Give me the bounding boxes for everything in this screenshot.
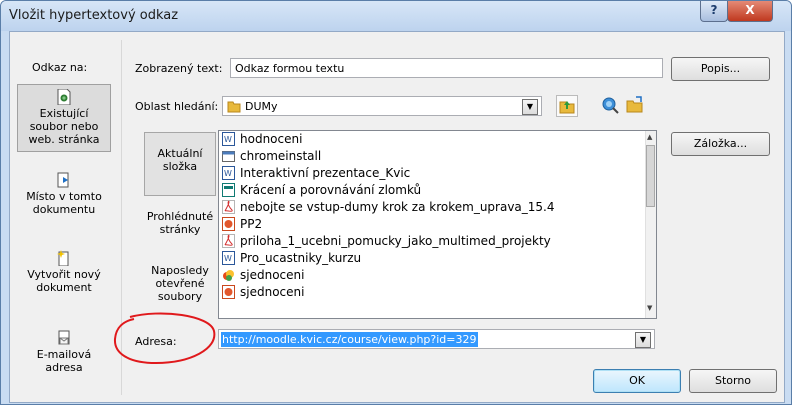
- publisher-icon: [222, 183, 235, 197]
- nav-current-folder[interactable]: Aktuální složka: [144, 132, 216, 196]
- word-doc-icon: W: [222, 166, 235, 180]
- svg-text:W: W: [224, 169, 232, 178]
- list-item[interactable]: chromeinstall: [222, 148, 321, 165]
- scroll-down-arrow[interactable]: ▼: [647, 304, 652, 312]
- hyperlink-dialog: Vložit hypertextový odkaz ? X Odkaz na: …: [0, 0, 792, 405]
- file-name: Pro_ucastniky_kurzu: [240, 251, 362, 265]
- browse-file-button[interactable]: [625, 95, 645, 115]
- powerpoint-icon: [222, 217, 235, 231]
- file-list-scrollbar[interactable]: ▲ ▼: [645, 131, 656, 318]
- address-value: http://moodle.kvic.cz/course/view.php?id…: [221, 332, 478, 347]
- link-place-label-2: dokumentu: [32, 203, 96, 216]
- link-new-document-label-1: Vytvořit nový: [27, 268, 101, 281]
- nav-recent-files[interactable]: Naposledy otevřené soubory: [144, 264, 216, 303]
- email-icon: [58, 330, 70, 345]
- file-name: Krácení a porovnávání zlomků: [240, 183, 422, 197]
- pdf-icon: [222, 234, 235, 248]
- link-existing-file-label-2: soubor nebo: [29, 120, 99, 133]
- new-document-icon: [57, 250, 69, 266]
- list-item[interactable]: W Interaktivní prezentace_Kvic: [222, 165, 410, 182]
- address-input[interactable]: http://moodle.kvic.cz/course/view.php?id…: [218, 329, 655, 349]
- display-text-input[interactable]: Odkaz formou textu: [230, 58, 663, 78]
- link-place-in-document[interactable]: Místo v tomto dokumentu: [17, 172, 111, 216]
- link-email-label-1: E-mailová: [36, 348, 92, 361]
- dialog-title: Vložit hypertextový odkaz: [9, 8, 179, 23]
- close-button[interactable]: X: [727, 1, 773, 22]
- smart-notebook-icon: [223, 270, 234, 281]
- up-folder-button[interactable]: [556, 95, 578, 117]
- scroll-thumb[interactable]: [646, 145, 655, 207]
- word-doc-icon: W: [222, 132, 235, 146]
- cancel-button[interactable]: Storno: [689, 369, 777, 393]
- look-in-value: DUMy: [245, 100, 278, 113]
- existing-file-icon: [57, 89, 71, 105]
- pdf-icon: [222, 200, 235, 214]
- browse-web-icon: [602, 97, 619, 114]
- list-item[interactable]: W Pro_ucastniky_kurzu: [222, 250, 361, 267]
- nav-browsed-pages-label-2: stránky: [159, 223, 201, 236]
- link-existing-file-label-1: Existující: [39, 107, 89, 120]
- nav-browsed-pages-label-1: Prohlédnuté: [146, 210, 214, 223]
- look-in-select[interactable]: DUMy ▼: [222, 96, 542, 116]
- scroll-up-arrow[interactable]: ▲: [647, 133, 652, 141]
- nav-recent-files-label-2: otevřené: [155, 277, 205, 290]
- red-circle-annotation: [113, 312, 216, 365]
- link-existing-file-label-3: web. stránka: [28, 133, 100, 146]
- look-in-dropdown-arrow[interactable]: ▼: [522, 99, 538, 115]
- address-dropdown-arrow[interactable]: ▼: [635, 332, 651, 348]
- screentip-button[interactable]: Popis...: [671, 57, 770, 81]
- browse-file-icon: [626, 96, 643, 113]
- link-new-document[interactable]: Vytvořit nový dokument: [17, 250, 111, 294]
- dialog-body: Odkaz na: Existující soubor nebo web. st…: [9, 31, 785, 403]
- file-name: priloha_1_ucebni_pomucky_jako_multimed_p…: [240, 234, 551, 248]
- bookmark-button[interactable]: Záložka...: [671, 132, 770, 156]
- list-item[interactable]: Whodnoceni: [222, 131, 302, 148]
- nav-current-folder-label-1: Aktuální: [157, 147, 203, 160]
- place-in-document-icon: [57, 172, 69, 188]
- list-item[interactable]: priloha_1_ucebni_pomucky_jako_multimed_p…: [222, 233, 551, 250]
- list-item[interactable]: Krácení a porovnávání zlomků: [222, 182, 421, 199]
- file-name: Interaktivní prezentace_Kvic: [240, 166, 411, 180]
- nav-recent-files-label-1: Naposledy: [151, 264, 209, 277]
- file-name: chromeinstall: [240, 149, 322, 163]
- exe-icon: [222, 151, 235, 162]
- word-doc-icon: W: [222, 251, 235, 265]
- file-name: hodnoceni: [240, 132, 303, 146]
- list-item[interactable]: sjednoceni: [222, 284, 304, 301]
- help-button[interactable]: ?: [700, 1, 728, 22]
- list-item[interactable]: sjednoceni: [222, 267, 304, 284]
- look-in-label: Oblast hledání:: [135, 100, 219, 113]
- up-one-folder-icon: [559, 101, 575, 114]
- file-name: sjednoceni: [240, 285, 305, 299]
- link-new-document-label-2: dokument: [36, 281, 92, 294]
- nav-browsed-pages[interactable]: Prohlédnuté stránky: [144, 210, 216, 236]
- svg-text:W: W: [224, 135, 232, 144]
- title-bar: Vložit hypertextový odkaz ? X: [1, 1, 791, 31]
- nav-current-folder-label-2: složka: [162, 160, 198, 173]
- powerpoint-icon: [222, 285, 235, 299]
- file-name: nebojte se vstup-dumy krok za krokem_upr…: [240, 200, 555, 214]
- file-name: sjednoceni: [240, 268, 305, 282]
- link-email[interactable]: E-mailová adresa: [17, 330, 111, 374]
- nav-recent-files-label-3: soubory: [157, 290, 203, 303]
- svg-text:W: W: [224, 254, 232, 263]
- list-item[interactable]: nebojte se vstup-dumy krok za krokem_upr…: [222, 199, 555, 216]
- folder-icon: [227, 101, 241, 113]
- link-to-label: Odkaz na:: [32, 61, 88, 74]
- list-item[interactable]: PP2: [222, 216, 262, 233]
- link-to-pane: Existující soubor nebo web. stránka Míst…: [17, 74, 111, 396]
- file-list[interactable]: Whodnoceni chromeinstall W Interaktivní p…: [218, 130, 657, 319]
- ok-button[interactable]: OK: [593, 369, 681, 393]
- link-existing-file[interactable]: Existující soubor nebo web. stránka: [17, 84, 111, 152]
- link-place-label-1: Místo v tomto: [26, 190, 102, 203]
- display-text-label: Zobrazený text:: [135, 62, 223, 75]
- link-email-label-2: adresa: [45, 361, 83, 374]
- file-name: PP2: [240, 217, 263, 231]
- browse-web-button[interactable]: [600, 95, 620, 115]
